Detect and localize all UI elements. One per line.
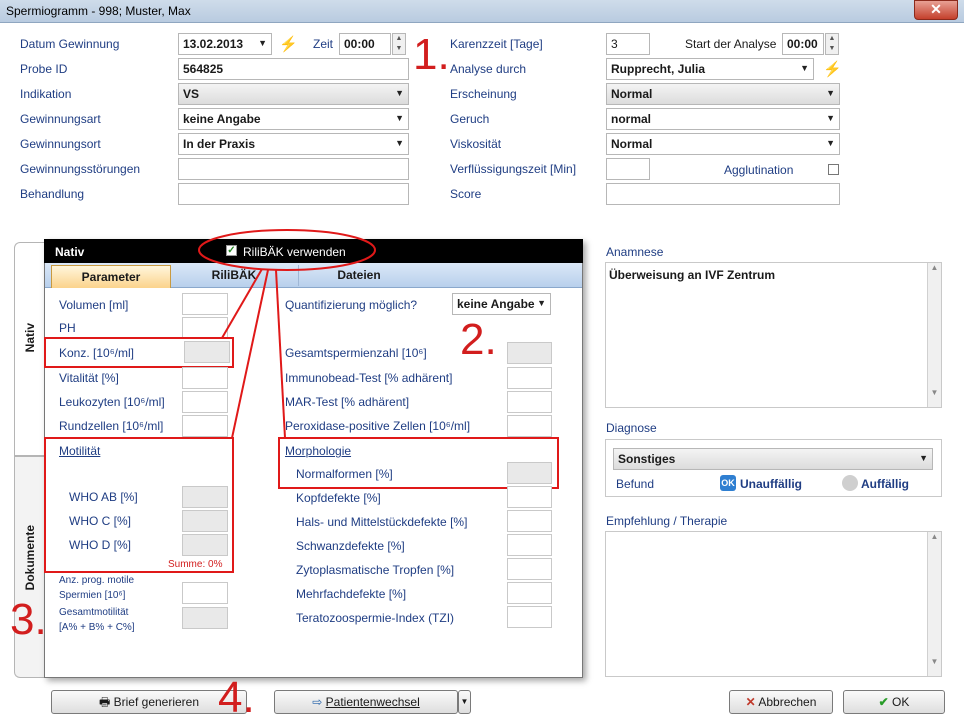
annotation-line [231,269,269,439]
annotation-ellipse [198,229,376,271]
befund-auffaellig-radio[interactable] [842,475,858,491]
cross-icon: ✕ [745,695,756,709]
anamnese-textarea[interactable]: Überweisung an IVF Zentrum ▲ ▼ [605,262,942,408]
annotation-line [275,269,286,439]
abbrechen-button[interactable]: ✕ Abbrechen [729,690,833,714]
arrow-right-icon: ⇨ [312,695,323,709]
befund-label: Befund [616,477,655,491]
empfehlung-textarea[interactable]: ▲ ▼ [605,531,942,677]
empfehlung-label: Empfehlung / Therapie [606,514,728,528]
ok-button[interactable]: ✔ OK [843,690,945,714]
befund-auffaellig-label[interactable]: Auffällig [861,477,909,491]
anamnese-text: Überweisung an IVF Zentrum [609,268,776,282]
patientenwechsel-button[interactable]: ⇨ Patientenwechsel [274,690,458,714]
anamnese-scrollbar[interactable]: ▲ ▼ [927,263,941,407]
chevron-down-icon[interactable]: ▼ [919,453,928,463]
diagnose-label: Diagnose [606,421,657,435]
annotation-4: 4. [218,673,255,722]
diagnose-select[interactable]: Sonstiges ▼ [613,448,933,470]
befund-unauffaellig-radio[interactable]: OK [720,475,736,491]
checkmark-icon: ✔ [878,695,889,709]
anamnese-label: Anamnese [606,245,664,259]
printer-icon: 🖶 [98,695,111,709]
patientenwechsel-dropdown[interactable]: ▼ [458,690,471,714]
befund-unauffaellig-label[interactable]: Unauffällig [740,477,802,491]
empfehlung-scrollbar[interactable]: ▲ ▼ [927,532,941,676]
